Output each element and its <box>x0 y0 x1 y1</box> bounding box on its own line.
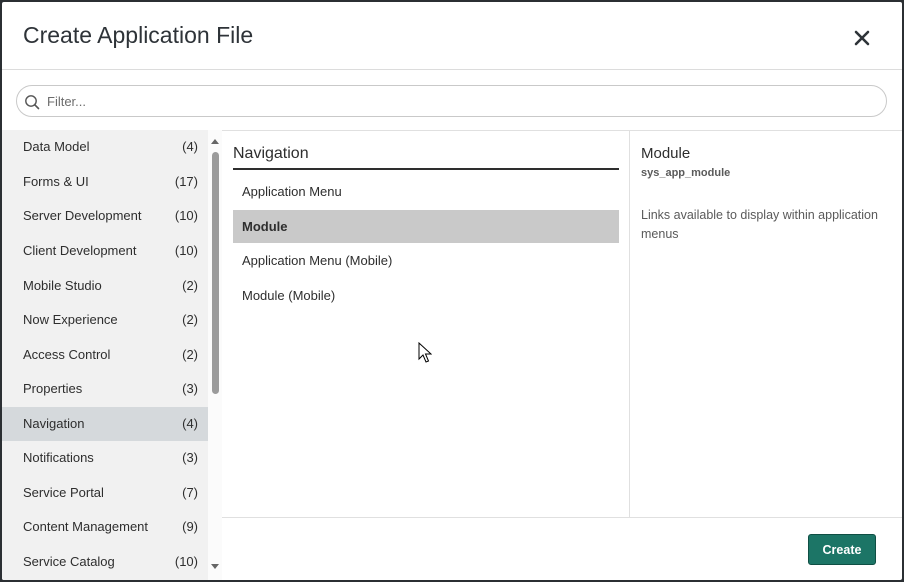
file-type-item-application-menu[interactable]: Application Menu <box>233 175 619 208</box>
category-label: Navigation <box>23 416 85 431</box>
category-count: (2) <box>182 347 198 362</box>
scrollbar-thumb[interactable] <box>212 152 219 394</box>
category-label: Notifications <box>23 450 94 465</box>
file-type-label: Application Menu <box>242 184 342 199</box>
search-icon <box>25 95 40 110</box>
category-count: (17) <box>174 174 198 189</box>
category-count: (2) <box>182 312 198 327</box>
dialog-header: Create Application File <box>2 2 902 70</box>
file-type-item-module-mobile[interactable]: Module (Mobile) <box>233 279 619 312</box>
file-type-label: Application Menu (Mobile) <box>242 253 393 268</box>
category-item-client-development[interactable]: Client Development (10) <box>2 234 208 267</box>
file-type-item-application-menu-mobile[interactable]: Application Menu (Mobile) <box>233 244 619 277</box>
chevron-up-icon[interactable] <box>211 138 219 144</box>
category-count: (9) <box>182 519 198 534</box>
category-count: (4) <box>182 139 198 154</box>
category-list: Data Model (4) Forms & UI (17) Server De… <box>2 130 208 580</box>
heading-underline <box>233 168 619 170</box>
category-label: Now Experience <box>23 312 118 327</box>
category-item-access-control[interactable]: Access Control (2) <box>2 338 208 371</box>
category-count: (3) <box>182 381 198 396</box>
file-type-label: Module (Mobile) <box>242 288 336 303</box>
category-label: Server Development <box>23 208 142 223</box>
category-label: Service Portal <box>23 485 104 500</box>
file-type-label: Module <box>242 219 288 234</box>
detail-table-name: sys_app_module <box>641 167 731 179</box>
category-item-forms-ui[interactable]: Forms & UI (17) <box>2 165 208 198</box>
category-label: Mobile Studio <box>23 278 102 293</box>
dialog-footer: Create <box>222 517 902 580</box>
category-label: Properties <box>23 381 83 396</box>
category-item-content-management[interactable]: Content Management (9) <box>2 510 208 543</box>
mouse-pointer-icon <box>418 342 432 363</box>
category-label: Access Control <box>23 347 111 362</box>
category-label: Service Catalog <box>23 554 115 569</box>
file-type-item-module[interactable]: Module <box>233 210 619 243</box>
category-scrollbar[interactable] <box>208 130 222 580</box>
category-count: (10) <box>174 208 198 223</box>
chevron-down-icon[interactable] <box>211 564 219 570</box>
detail-description: Links available to display within applic… <box>641 208 878 241</box>
close-icon <box>854 30 870 46</box>
dialog-title: Create Application File <box>23 22 254 48</box>
category-item-now-experience[interactable]: Now Experience (2) <box>2 303 208 336</box>
category-label: Forms & UI <box>23 174 89 189</box>
category-item-notifications[interactable]: Notifications (3) <box>2 441 208 474</box>
file-type-panel: Navigation Application Menu Module Appli… <box>222 131 629 517</box>
close-button[interactable] <box>850 26 874 50</box>
category-count: (4) <box>182 416 198 431</box>
category-count: (7) <box>182 485 198 500</box>
category-item-service-catalog[interactable]: Service Catalog (10) <box>2 545 208 578</box>
category-item-service-portal[interactable]: Service Portal (7) <box>2 476 208 509</box>
category-label: Client Development <box>23 243 137 258</box>
category-count: (10) <box>174 243 198 258</box>
filter-field[interactable] <box>16 85 887 117</box>
file-type-heading: Navigation <box>233 145 309 162</box>
category-item-properties[interactable]: Properties (3) <box>2 372 208 405</box>
category-item-navigation[interactable]: Navigation (4) <box>2 407 208 441</box>
category-item-data-model[interactable]: Data Model (4) <box>2 130 208 163</box>
category-count: (10) <box>174 554 198 569</box>
category-count: (3) <box>182 450 198 465</box>
detail-name: Module <box>641 145 691 162</box>
detail-panel: Module sys_app_module Links available to… <box>630 131 902 517</box>
create-button[interactable]: Create <box>808 534 876 565</box>
filter-input[interactable] <box>47 90 867 112</box>
category-label: Data Model <box>23 139 90 154</box>
category-item-server-development[interactable]: Server Development (10) <box>2 199 208 232</box>
create-application-file-dialog: Create Application File Data Model (4) F… <box>2 2 902 580</box>
category-label: Content Management <box>23 519 149 534</box>
category-count: (2) <box>182 278 198 293</box>
category-item-mobile-studio[interactable]: Mobile Studio (2) <box>2 269 208 302</box>
